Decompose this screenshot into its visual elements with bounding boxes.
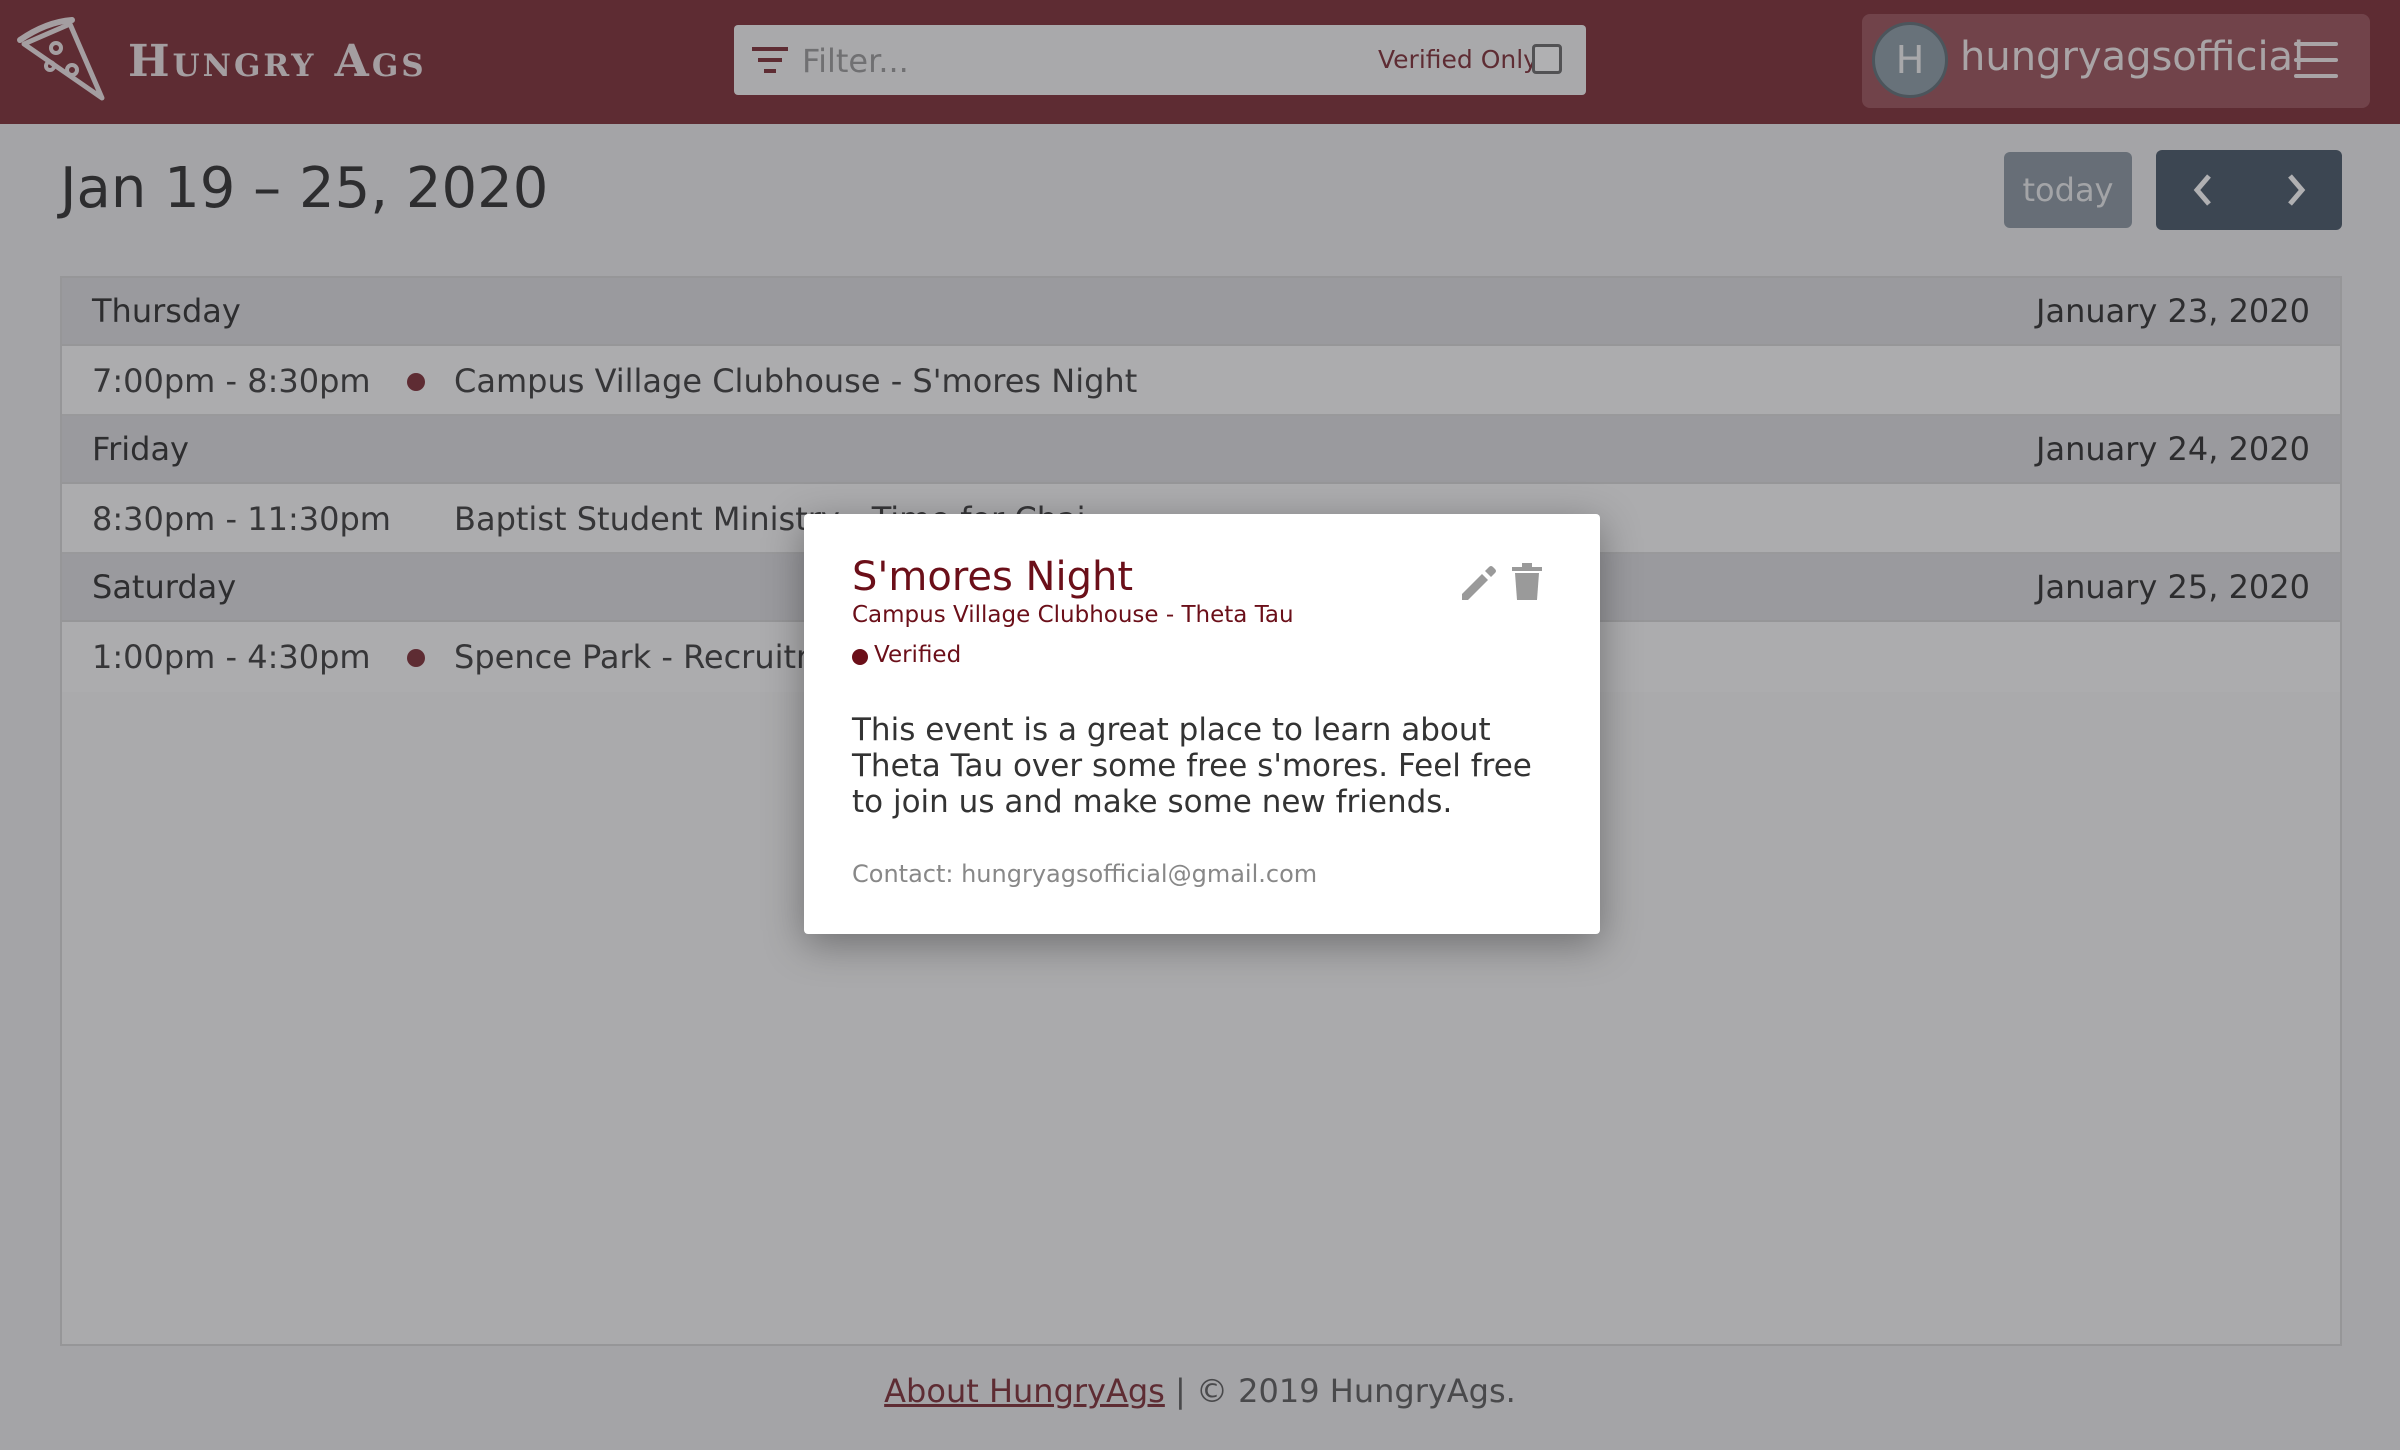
modal-event-description: This event is a great place to learn abo…: [852, 712, 1532, 820]
trash-icon[interactable]: [1510, 562, 1544, 602]
modal-event-location: Campus Village Clubhouse - Theta Tau: [852, 602, 1294, 628]
verified-dot: [852, 649, 868, 665]
event-detail-modal: S'mores Night Campus Village Clubhouse -…: [804, 514, 1600, 934]
modal-event-title: S'mores Night: [852, 554, 1134, 600]
edit-icon[interactable]: [1458, 564, 1498, 604]
modal-contact: Contact: hungryagsofficial@gmail.com: [852, 860, 1318, 888]
verified-badge: Verified: [874, 642, 962, 668]
